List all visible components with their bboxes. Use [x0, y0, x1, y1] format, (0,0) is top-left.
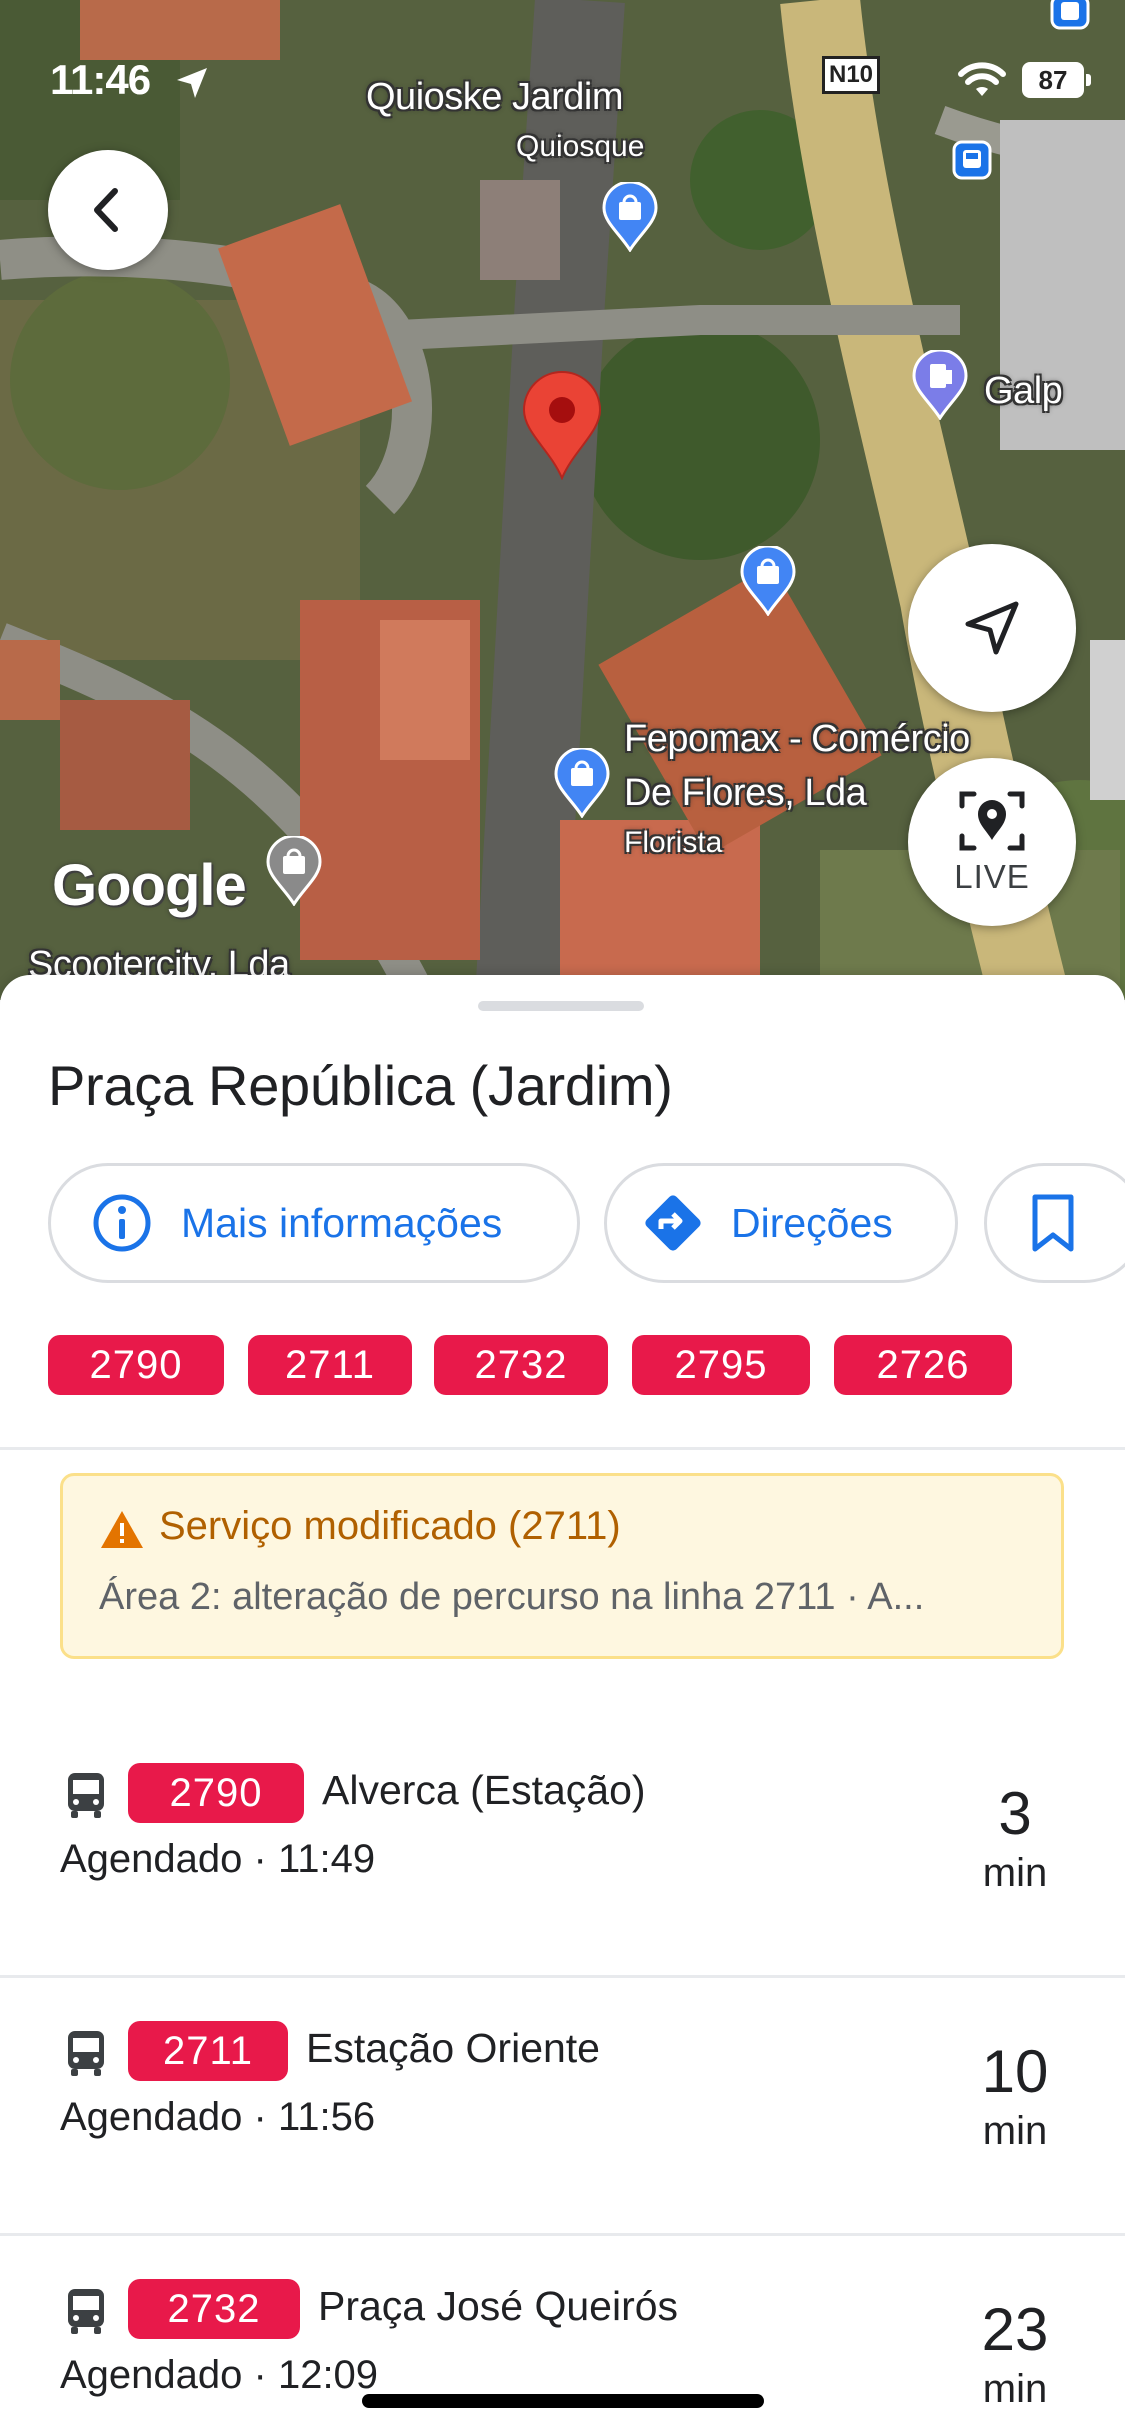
- departure-minutes: 10: [981, 2038, 1049, 2105]
- map-label-quioske-jardim[interactable]: Quioske Jardim: [366, 76, 623, 119]
- route-tag[interactable]: 2790: [48, 1335, 224, 1395]
- map-label-quiosque: Quiosque: [516, 130, 645, 163]
- divider: [0, 1447, 1125, 1450]
- live-view-icon: [959, 791, 1025, 851]
- departure-destination: Estação Oriente: [306, 2025, 600, 2071]
- live-label: LIVE: [954, 858, 1030, 895]
- back-button[interactable]: [48, 150, 168, 270]
- departure-scheduled: Agendado · 12:09: [60, 2353, 379, 2397]
- departure-minutes: 23: [981, 2296, 1049, 2363]
- departure-scheduled: Agendado · 11:49: [60, 1837, 376, 1881]
- service-alert[interactable]: Serviço modificado (2711) Área 2: altera…: [60, 1473, 1064, 1659]
- bookmark-icon: [1032, 1194, 1074, 1252]
- bus-icon: [68, 1773, 104, 1818]
- warning-icon: [101, 1511, 143, 1548]
- drag-handle[interactable]: [478, 1001, 644, 1011]
- navigation-arrow-icon: [965, 601, 1019, 655]
- map-label-fepomax-line2[interactable]: De Flores, Lda: [624, 772, 867, 815]
- google-logo: Google: [52, 853, 247, 918]
- directions-label: Direções: [731, 1199, 893, 1246]
- wifi-icon: [958, 62, 1006, 96]
- map-label-florista: Florista: [624, 826, 723, 859]
- departure-destination: Alverca (Estação): [322, 1767, 646, 1813]
- map-label-fepomax-line1[interactable]: Fepomax - Comércio: [624, 718, 970, 761]
- route-tag[interactable]: 2711: [248, 1335, 412, 1395]
- location-services-icon: [177, 68, 207, 98]
- shopping-pin-icon[interactable]: [266, 836, 322, 906]
- bus-stop-icon[interactable]: [1050, 0, 1090, 34]
- shopping-pin-icon[interactable]: [554, 748, 610, 818]
- departure-minutes: 3: [998, 1780, 1032, 1847]
- my-location-button[interactable]: [908, 544, 1076, 712]
- departure-unit: min: [982, 1851, 1048, 1895]
- live-view-button[interactable]: LIVE: [908, 758, 1076, 926]
- map-label-galp[interactable]: Galp: [984, 370, 1063, 413]
- alert-body: Área 2: alteração de percurso na linha 2…: [99, 1576, 925, 1618]
- place-sheet: Praça República (Jardim) Mais informaçõe…: [0, 975, 1125, 2436]
- info-icon: [93, 1194, 151, 1252]
- route-tag: 2732: [128, 2279, 300, 2339]
- battery-indicator: 87: [1022, 62, 1091, 98]
- alert-title: Serviço modificado (2711): [159, 1504, 621, 1548]
- map-view[interactable]: 11:46 N10 87 Quioske Jardim Quiosque Gal…: [0, 0, 1125, 1000]
- road-badge: N10: [822, 56, 880, 94]
- more-info-label: Mais informações: [181, 1199, 503, 1246]
- departure-unit: min: [982, 2109, 1048, 2153]
- back-arrow-icon: [94, 188, 118, 232]
- departure-scheduled: Agendado · 11:56: [60, 2095, 376, 2139]
- departure-row[interactable]: 2790 Alverca (Estação) Agendado · 11:49 …: [0, 1717, 1125, 1975]
- departure-destination: Praça José Queirós: [318, 2283, 679, 2329]
- route-tag[interactable]: 2732: [434, 1335, 608, 1395]
- more-info-button[interactable]: Mais informações: [48, 1163, 580, 1283]
- home-indicator[interactable]: [362, 2394, 764, 2408]
- status-time: 11:46: [50, 56, 151, 103]
- departure-unit: min: [982, 2367, 1048, 2411]
- route-tag[interactable]: 2795: [632, 1335, 810, 1395]
- save-button[interactable]: [984, 1163, 1125, 1283]
- route-tag[interactable]: 2726: [834, 1335, 1012, 1395]
- shopping-pin-icon[interactable]: [602, 182, 658, 252]
- gas-station-pin-icon[interactable]: [912, 350, 968, 420]
- departure-row[interactable]: 2711 Estação Oriente Agendado · 11:56 10…: [0, 1975, 1125, 2233]
- place-title: Praça República (Jardim): [48, 1054, 673, 1117]
- directions-button[interactable]: Direções: [604, 1163, 958, 1283]
- shopping-pin-icon[interactable]: [740, 546, 796, 616]
- route-tag: 2711: [128, 2021, 288, 2081]
- directions-icon: [645, 1195, 701, 1251]
- bus-icon: [68, 2031, 104, 2076]
- location-marker-icon[interactable]: [522, 370, 602, 480]
- bus-stop-icon[interactable]: [952, 140, 992, 184]
- bus-icon: [68, 2289, 104, 2334]
- route-tag: 2790: [128, 1763, 304, 1823]
